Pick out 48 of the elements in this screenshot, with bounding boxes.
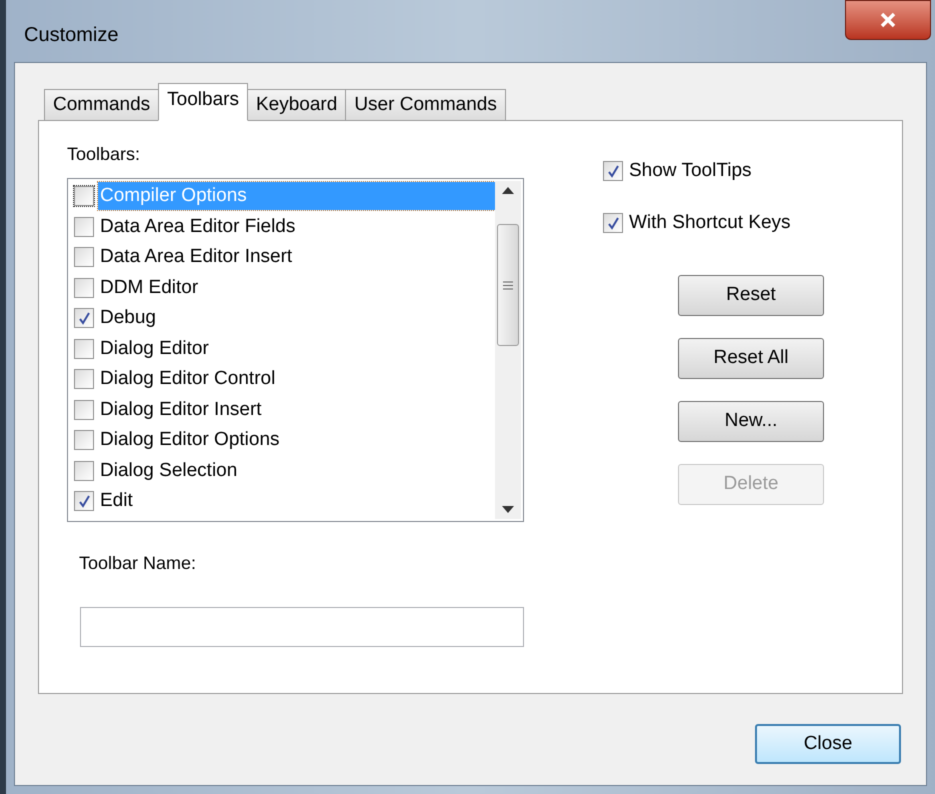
checkbox[interactable] [603,213,623,233]
tab[interactable]: Keyboard [246,89,346,121]
close-icon [879,12,897,28]
scroll-up-icon[interactable] [502,187,514,194]
checkbox[interactable] [603,161,623,181]
list-item[interactable]: Edit [98,487,135,516]
checkbox[interactable] [74,460,94,481]
checkbox[interactable] [74,369,94,390]
list-item[interactable]: Dialog Editor Control [98,365,278,394]
option-label: With Shortcut Keys [629,210,791,235]
checkbox[interactable] [74,338,94,359]
toolbar-name-field[interactable] [80,607,524,647]
list-item[interactable]: Dialog Editor Options [98,426,282,454]
checkbox[interactable] [74,400,94,420]
toolbars-label: Toolbars: [67,143,142,166]
checkbox[interactable] [74,216,94,237]
action-button[interactable]: Reset All [678,338,824,379]
checkmark-icon [78,494,90,508]
scrollbar[interactable] [495,181,521,519]
scrollbar-thumb[interactable] [497,224,519,346]
option-label: Show ToolTips [629,158,752,183]
list-item[interactable]: Dialog Editor Insert [98,396,264,424]
toolbar-name-label: Toolbar Name: [79,552,198,575]
close-button[interactable]: Close [755,724,901,764]
checkbox[interactable] [74,278,94,298]
checkbox[interactable] [74,186,94,206]
action-button[interactable]: New... [678,401,824,442]
close-window-button[interactable] [845,0,931,40]
list-item[interactable]: Debug [98,304,158,332]
checkbox[interactable] [74,491,94,512]
tab[interactable]: Commands [44,89,160,121]
scroll-down-icon[interactable] [502,506,514,513]
checkbox[interactable] [74,430,94,450]
tab[interactable]: User Commands [345,89,506,121]
list-item[interactable]: Data Area Editor Fields [98,212,298,241]
checkmark-icon [78,312,90,325]
checkmark-icon [606,164,620,178]
checkmark-icon [606,216,620,230]
tab[interactable]: Toolbars [158,83,248,121]
list-item[interactable]: Dialog Selection [98,456,240,485]
list-item[interactable]: Data Area Editor Insert [98,243,294,272]
list-item[interactable]: DDM Editor [98,274,200,302]
checkbox[interactable] [74,247,94,268]
grip-icon [503,280,513,290]
checkbox[interactable] [74,308,94,328]
window-title: Customize [24,23,118,48]
list-item[interactable]: Dialog Editor [98,334,211,363]
action-button[interactable]: Reset [678,275,824,316]
